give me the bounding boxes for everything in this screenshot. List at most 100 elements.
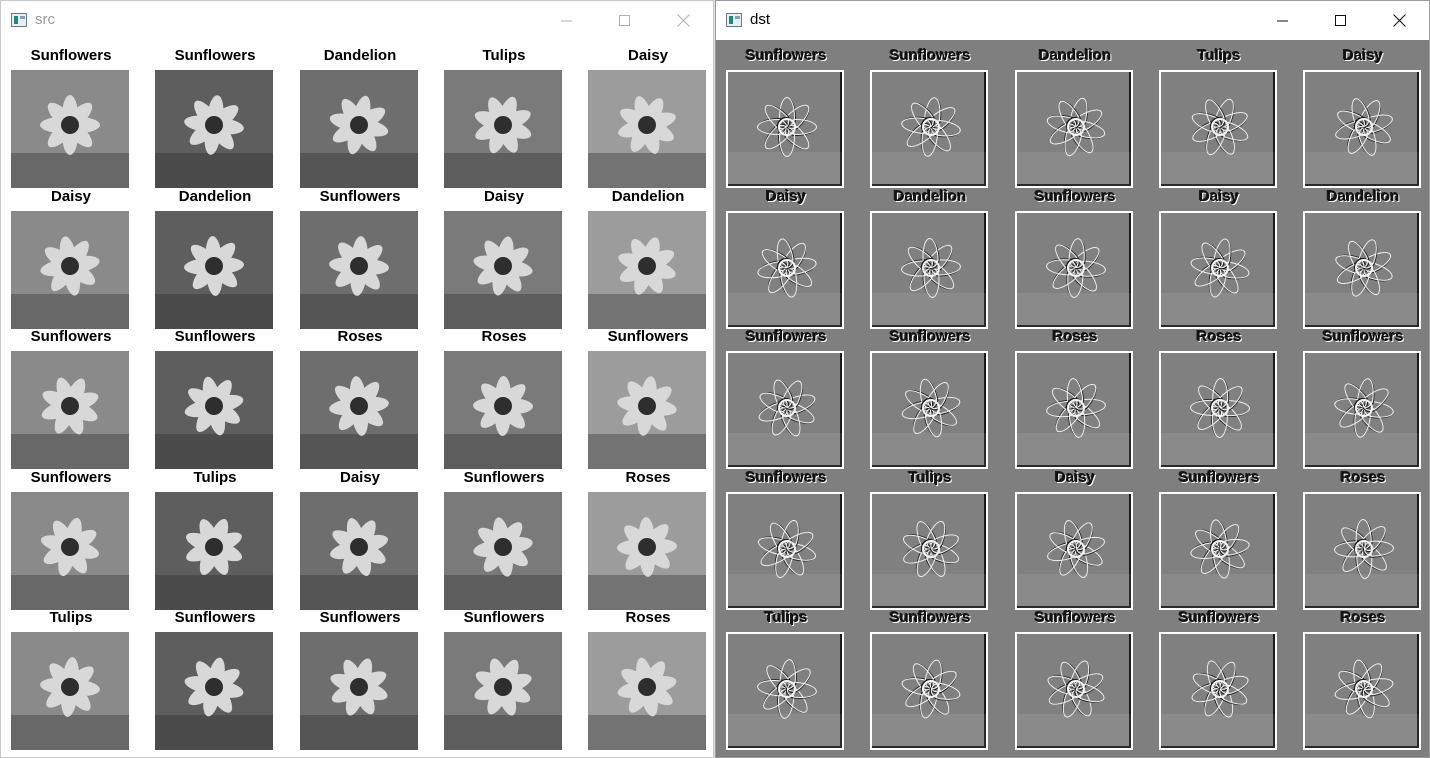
image-label: Daisy [1342,47,1384,64]
flower-thumbnail [870,492,988,610]
image-cell: Sunflowers [716,462,856,612]
image-cell: Dandelion [860,181,1000,331]
flower-thumbnail [300,70,418,188]
flower-thumbnail [11,70,129,188]
minimize-icon [1277,20,1288,21]
image-cell: Roses [1293,602,1429,752]
image-label: Daisy [483,188,525,205]
image-cell: Sunflowers [1,462,141,612]
flower-thumbnail [155,632,273,750]
image-label: Sunflowers [889,609,971,626]
image-label: Sunflowers [1034,188,1116,205]
minimize-button[interactable] [1254,1,1312,40]
image-label: Roses [625,469,671,486]
image-cell: Roses [1149,321,1289,471]
image-label: Roses [481,328,527,345]
flower-thumbnail [1015,211,1133,329]
image-cell: Sunflowers [1,40,141,190]
flower-thumbnail [870,211,988,329]
flower-thumbnail [870,70,988,188]
window-title: src [35,11,55,28]
flower-thumbnail [1159,351,1277,469]
maximize-icon [619,14,630,26]
image-label: Sunflowers [745,47,827,64]
image-cell: Sunflowers [1149,462,1289,612]
image-cell: Daisy [578,40,713,190]
flower-thumbnail [588,632,706,750]
flower-thumbnail [444,632,562,750]
image-cell: Tulips [860,462,1000,612]
image-label: Sunflowers [30,328,112,345]
image-cell: Roses [578,602,713,752]
image-label: Sunflowers [319,609,401,626]
minimize-icon [561,20,572,21]
image-cell: Tulips [716,602,856,752]
image-label: Daisy [765,188,807,205]
flower-thumbnail [870,351,988,469]
flower-thumbnail [300,492,418,610]
image-label: Daisy [50,188,92,205]
src-image-grid: Sunflowers Sunflowers Dandelion Tulips Daisy… [1,40,713,757]
maximize-button[interactable] [1312,1,1370,40]
image-cell: Sunflowers [145,602,285,752]
image-label: Sunflowers [174,47,256,64]
app-icon [726,13,742,27]
image-cell: Sunflowers [145,40,285,190]
flower-thumbnail [444,211,562,329]
image-cell: Daisy [1,181,141,331]
dst-window: dst Sunflowers Sunflowers Dandelion Tulips D… [715,0,1430,758]
image-label: Sunflowers [607,328,689,345]
image-label: Dandelion [611,188,685,205]
flower-thumbnail [155,351,273,469]
image-cell: Sunflowers [1,321,141,471]
flower-thumbnail [1159,632,1277,750]
dst-titlebar[interactable]: dst [716,1,1429,40]
image-label: Sunflowers [745,469,827,486]
flower-thumbnail [444,70,562,188]
image-cell: Roses [290,321,430,471]
image-cell: Sunflowers [1149,602,1289,752]
close-button[interactable] [654,1,712,40]
minimize-button[interactable] [538,1,596,40]
src-titlebar[interactable]: src [1,1,713,40]
image-label: Dandelion [178,188,252,205]
flower-thumbnail [726,70,844,188]
image-label: Sunflowers [745,328,827,345]
flower-thumbnail [444,351,562,469]
image-label: Sunflowers [889,328,971,345]
image-cell: Daisy [1005,462,1145,612]
flower-thumbnail [1015,351,1133,469]
image-cell: Roses [1293,462,1429,612]
image-label: Sunflowers [30,469,112,486]
flower-thumbnail [1303,211,1421,329]
maximize-button[interactable] [596,1,654,40]
image-cell: Roses [1005,321,1145,471]
image-cell: Sunflowers [860,321,1000,471]
image-cell: Roses [578,462,713,612]
image-label: Dandelion [893,188,967,205]
image-cell: Dandelion [290,40,430,190]
flower-thumbnail [1159,492,1277,610]
image-cell: Tulips [1149,40,1289,190]
flower-thumbnail [444,492,562,610]
image-label: Tulips [764,609,808,626]
maximize-icon [1335,14,1346,26]
window-title: dst [750,11,771,28]
image-cell: Sunflowers [1005,181,1145,331]
image-label: Daisy [1198,188,1240,205]
flower-thumbnail [11,351,129,469]
src-window: src Sunflowers Sunflowers Dandelion Tulips D… [0,0,714,758]
image-cell: Sunflowers [860,602,1000,752]
image-cell: Tulips [434,40,574,190]
image-label: Tulips [908,469,952,486]
close-button[interactable] [1370,1,1428,40]
image-cell: Dandelion [578,181,713,331]
flower-thumbnail [1015,632,1133,750]
flower-thumbnail [300,632,418,750]
image-label: Sunflowers [1178,609,1260,626]
image-label: Sunflowers [463,469,545,486]
flower-thumbnail [155,70,273,188]
image-cell: Sunflowers [290,181,430,331]
close-icon [676,14,690,27]
image-label: Roses [337,328,383,345]
